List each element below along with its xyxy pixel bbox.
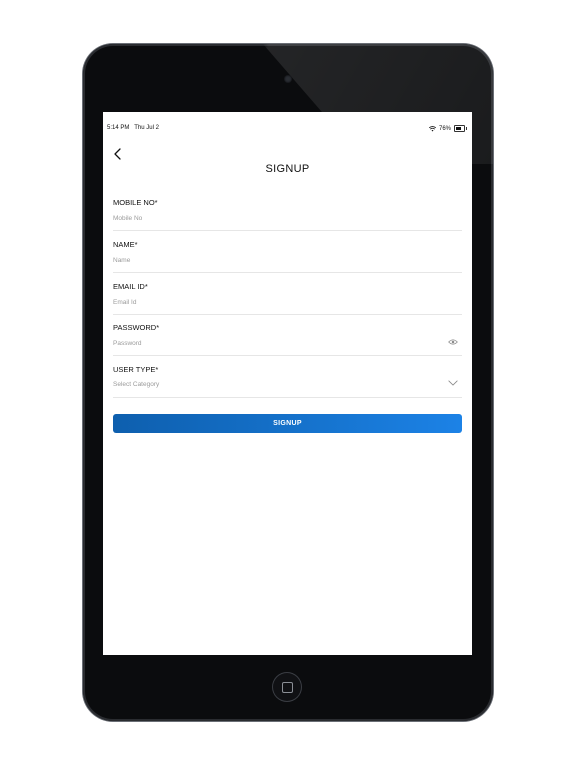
user-type-field-group: USER TYPE* Select Category — [113, 365, 462, 398]
app-screen: 5:14 PM Thu Jul 2 76% SIGNUP MOBILE NO* … — [103, 112, 472, 655]
mobile-field-group: MOBILE NO* — [113, 198, 462, 231]
chevron-down-icon[interactable] — [448, 379, 458, 387]
home-button[interactable] — [272, 672, 302, 702]
back-chevron-icon[interactable] — [112, 147, 124, 161]
front-camera — [284, 75, 292, 83]
password-field-group: PASSWORD* — [113, 323, 462, 356]
battery-level-fill — [456, 127, 462, 130]
battery-icon — [454, 125, 467, 132]
status-date: Thu Jul 2 — [134, 125, 159, 131]
name-label: NAME* — [113, 240, 138, 249]
status-time: 5:14 PM — [107, 125, 130, 131]
battery-percentage: 76% — [438, 125, 451, 132]
user-type-select[interactable]: Select Category — [113, 381, 462, 388]
user-type-label: USER TYPE* — [113, 365, 159, 374]
email-input[interactable] — [113, 296, 433, 308]
name-field-group: NAME* — [113, 240, 462, 273]
status-indicators: 76% — [428, 125, 467, 132]
mobile-label: MOBILE NO* — [113, 198, 158, 207]
status-time-date: 5:14 PM Thu Jul 2 — [107, 125, 159, 131]
home-button-icon — [282, 682, 293, 693]
wifi-icon — [428, 125, 436, 131]
password-label: PASSWORD* — [113, 323, 160, 332]
email-label: EMAIL ID* — [113, 282, 148, 291]
name-input[interactable] — [113, 254, 433, 266]
password-input[interactable] — [113, 337, 433, 349]
eye-icon[interactable] — [448, 338, 458, 346]
status-bar: 5:14 PM Thu Jul 2 76% — [103, 125, 472, 135]
mobile-input[interactable] — [113, 212, 433, 224]
page-title: SIGNUP — [265, 163, 310, 175]
email-field-group: EMAIL ID* — [113, 282, 462, 315]
signup-button[interactable]: SIGNUP — [113, 414, 462, 433]
